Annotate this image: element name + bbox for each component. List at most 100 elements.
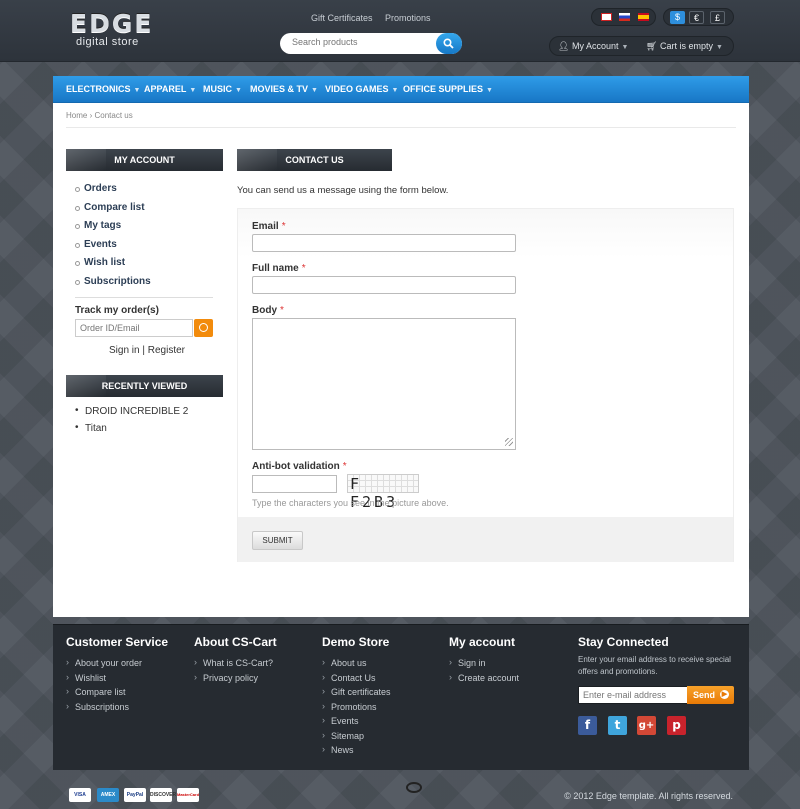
register-link[interactable]: Register bbox=[148, 345, 185, 356]
nav-apparel[interactable]: APPAREL ▼ bbox=[144, 84, 196, 94]
flag-uk-icon[interactable] bbox=[601, 13, 612, 21]
site-header: EDGE digital store Gift Certificates Pro… bbox=[0, 0, 800, 62]
footer-link[interactable]: About us bbox=[322, 657, 391, 673]
required-mark: * bbox=[280, 305, 284, 316]
email-field[interactable] bbox=[252, 234, 516, 252]
google-plus-icon[interactable]: g+ bbox=[637, 716, 656, 735]
submit-button[interactable]: Submit bbox=[252, 531, 303, 550]
promotions-link[interactable]: Promotions bbox=[385, 13, 431, 23]
my-account-menu: Orders Compare list My tags Events Wish … bbox=[75, 183, 151, 294]
currency-eur[interactable]: € bbox=[689, 11, 704, 24]
footer-link[interactable]: What is CS-Cart? bbox=[194, 657, 277, 673]
cart-icon: 🛒︎ bbox=[646, 41, 658, 51]
captcha-hint: Type the characters you see in the pictu… bbox=[252, 498, 449, 508]
sidebar-item-orders[interactable]: Orders bbox=[75, 183, 151, 202]
user-icon: 👤︎ bbox=[558, 41, 570, 51]
body-textarea[interactable] bbox=[252, 318, 516, 450]
track-order-button[interactable] bbox=[194, 319, 213, 337]
nav-movies-tv[interactable]: MOVIES & TV ▼ bbox=[250, 84, 318, 94]
footer-link[interactable]: Contact Us bbox=[322, 672, 391, 688]
footer-link[interactable]: Gift certificates bbox=[322, 686, 391, 702]
footer-link[interactable]: Promotions bbox=[322, 701, 391, 717]
fullname-label: Full name * bbox=[252, 263, 306, 274]
body-label: Body * bbox=[252, 305, 284, 316]
footer-customer-service: Customer Service About your order Wishli… bbox=[66, 635, 168, 716]
flag-spain-icon[interactable] bbox=[638, 13, 649, 21]
resize-handle-icon[interactable] bbox=[505, 438, 513, 446]
flag-russia-icon[interactable] bbox=[619, 13, 630, 21]
currency-usd[interactable]: $ bbox=[670, 11, 685, 24]
footer-link[interactable]: News bbox=[322, 744, 391, 760]
cart-dropdown[interactable]: 🛒︎ Cart is empty ▼ bbox=[646, 41, 723, 52]
footer-link[interactable]: Privacy policy bbox=[194, 672, 277, 688]
twitter-icon[interactable]: t bbox=[608, 716, 627, 735]
sign-in-link[interactable]: Sign in bbox=[109, 345, 140, 356]
sidebar-item-compare-list[interactable]: Compare list bbox=[75, 202, 151, 221]
footer-heading: Customer Service bbox=[66, 635, 169, 649]
sidebar-item-events[interactable]: Events bbox=[75, 239, 151, 258]
breadcrumb-home[interactable]: Home bbox=[66, 111, 87, 120]
search-bar bbox=[280, 33, 462, 54]
cs-cart-logo[interactable] bbox=[389, 782, 439, 806]
contact-form: Email * Full name * Body * Anti-bot validat… bbox=[237, 208, 734, 562]
nav-label: MUSIC bbox=[203, 84, 232, 94]
contact-intro-text: You can send us a message using the form… bbox=[237, 185, 449, 196]
sidebar-item-subscriptions[interactable]: Subscriptions bbox=[75, 276, 151, 295]
bottom-bar: VISA AMEX PayPal DISCOVER MasterCard © 2… bbox=[53, 780, 749, 809]
breadcrumb-separator: › bbox=[89, 111, 93, 120]
footer-link[interactable]: Subscriptions bbox=[66, 701, 168, 717]
currency-gbp[interactable]: £ bbox=[710, 11, 725, 24]
search-button[interactable] bbox=[436, 33, 462, 54]
logo-ring bbox=[406, 782, 422, 793]
nav-label: APPAREL bbox=[144, 84, 187, 94]
language-selector bbox=[591, 8, 656, 26]
chevron-down-icon: ▼ bbox=[621, 44, 629, 51]
my-account-dropdown[interactable]: 👤︎ My Account ▼ bbox=[558, 41, 628, 52]
form-buttons-bar: Submit bbox=[238, 517, 733, 562]
nav-office-supplies[interactable]: OFFICE SUPPLIES ▼ bbox=[403, 84, 493, 94]
antibot-label: Anti-bot validation * bbox=[252, 461, 347, 472]
search-input[interactable] bbox=[292, 37, 432, 47]
sidebar-item-wish-list[interactable]: Wish list bbox=[75, 257, 151, 276]
nav-video-games[interactable]: VIDEO GAMES ▼ bbox=[325, 84, 398, 94]
footer-link[interactable]: About your order bbox=[66, 657, 168, 673]
track-order-input[interactable] bbox=[75, 319, 193, 337]
copyright-text: © 2012 Edge template. All rights reserve… bbox=[564, 791, 733, 801]
top-navigation: ELECTRONICS ▼ APPAREL ▼ MUSIC ▼ MOVIES & TV… bbox=[53, 76, 749, 103]
chevron-down-icon: ▼ bbox=[189, 87, 197, 94]
account-cart-bar: 👤︎ My Account ▼ 🛒︎ Cart is empty ▼ bbox=[549, 36, 734, 56]
footer-link[interactable]: Create account bbox=[449, 672, 519, 688]
footer-link[interactable]: Events bbox=[322, 715, 391, 731]
nav-label: OFFICE SUPPLIES bbox=[403, 84, 484, 94]
captcha-input[interactable] bbox=[252, 475, 337, 493]
site-logo[interactable]: EDGE digital store bbox=[70, 11, 160, 49]
recent-item[interactable]: DROID INCREDIBLE 2 bbox=[75, 405, 188, 423]
currency-selector: $ € £ bbox=[663, 8, 734, 26]
pinterest-icon[interactable]: p bbox=[667, 716, 686, 735]
footer-link[interactable]: Sitemap bbox=[322, 730, 391, 746]
recent-item[interactable]: Titan bbox=[75, 422, 188, 440]
site-footer: Customer Service About your order Wishli… bbox=[53, 624, 749, 770]
fullname-field[interactable] bbox=[252, 276, 516, 294]
arrow-right-icon: ▶ bbox=[720, 690, 729, 699]
footer-stay-connected: Stay Connected Enter your email address … bbox=[578, 635, 738, 678]
footer-link[interactable]: Sign in bbox=[449, 657, 519, 673]
breadcrumb: Home › Contact us bbox=[66, 111, 133, 120]
divider bbox=[66, 127, 736, 128]
newsletter-send-button[interactable]: Send ▶ bbox=[687, 686, 734, 704]
nav-music[interactable]: MUSIC ▼ bbox=[203, 84, 242, 94]
chevron-down-icon: ▼ bbox=[486, 87, 493, 94]
gift-certificates-link[interactable]: Gift Certificates bbox=[311, 13, 373, 23]
footer-heading: My account bbox=[449, 635, 516, 649]
discover-icon: DISCOVER bbox=[150, 788, 176, 802]
facebook-icon[interactable]: f bbox=[578, 716, 597, 735]
sidebar-item-my-tags[interactable]: My tags bbox=[75, 220, 151, 239]
newsletter-email-input[interactable] bbox=[578, 686, 688, 704]
link-separator: | bbox=[142, 345, 145, 356]
footer-link[interactable]: Compare list bbox=[66, 686, 168, 702]
nav-electronics[interactable]: ELECTRONICS ▼ bbox=[66, 84, 140, 94]
footer-link[interactable]: Wishlist bbox=[66, 672, 168, 688]
nav-label: MOVIES & TV bbox=[250, 84, 309, 94]
nav-label: ELECTRONICS bbox=[66, 84, 131, 94]
amex-icon: AMEX bbox=[97, 788, 119, 802]
